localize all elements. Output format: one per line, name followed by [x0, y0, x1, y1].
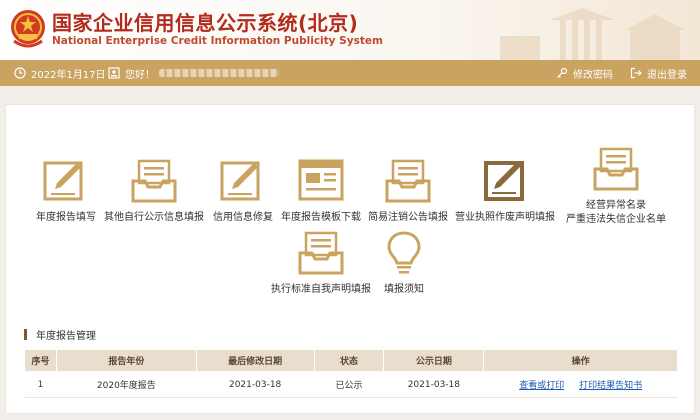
inbox-tray-icon [131, 159, 177, 203]
print-notice-link[interactable]: 打印结果告知书 [579, 381, 642, 391]
cell-year: 2020年度报告 [56, 371, 197, 398]
tile-label: 简易注销公告填报 [368, 212, 448, 223]
view-print-link[interactable]: 查看或打印 [519, 381, 564, 391]
id-card-icon [108, 67, 120, 79]
greeting-text: 您好！ [125, 69, 155, 81]
redacted-username [159, 69, 279, 77]
cell-modified: 2021-03-18 [196, 371, 315, 398]
site-title: 国家企业信用信息公示系统(北京) [52, 11, 359, 35]
main-panel: 年度报告填写 其他自行公示信息填报 信用信息修复 年度报告模板下载 简易注销公告… [5, 104, 695, 414]
table-row: 1 2020年度报告 2021-03-18 已公示 2021-03-18 查看或… [24, 371, 678, 398]
cell-no: 1 [24, 371, 57, 398]
pencil-document-icon [220, 161, 260, 201]
logout-label: 退出登录 [647, 69, 687, 81]
section-title-text: 年度报告管理 [36, 331, 96, 342]
tile-label: 填报须知 [384, 284, 424, 295]
section-marker [24, 329, 27, 340]
user-greeting: 您好！ [108, 60, 279, 86]
top-toolbar: 2022年1月17日 您好！ 修改密码 退出登录 [0, 60, 700, 86]
logout-link[interactable]: 退出登录 [630, 60, 687, 86]
table-header-row: 序号 报告年份 最后修改日期 状态 公示日期 操作 [24, 349, 678, 372]
column-header: 报告年份 [55, 349, 197, 372]
pencil-document-icon [43, 161, 83, 201]
column-header: 公示日期 [383, 349, 485, 372]
date-display: 2022年1月17日 [14, 60, 106, 86]
inbox-tray-icon [298, 231, 344, 275]
clock-icon [14, 67, 26, 79]
change-password-label: 修改密码 [573, 69, 613, 81]
date-text: 2022年1月17日 [31, 69, 106, 81]
lightbulb-icon [387, 231, 421, 274]
key-icon [557, 67, 568, 78]
template-window-icon [298, 159, 344, 201]
tile-simple-deregistration[interactable]: 简易注销公告填报 [353, 157, 463, 224]
tile-abnormal-list[interactable]: 经营异常名录 严重违法失信企业名单 [561, 145, 671, 226]
cell-actions: 查看或打印 打印结果告知书 [483, 371, 678, 398]
tile-label: 营业执照作废声明填报 [455, 212, 555, 223]
logout-icon [630, 67, 642, 79]
tile-license-void[interactable]: 营业执照作废声明填报 [450, 157, 560, 224]
tile-label-line2: 严重违法失信企业名单 [566, 214, 666, 225]
national-emblem-icon [11, 10, 45, 48]
column-header: 最后修改日期 [195, 349, 315, 372]
site-header: 国家企业信用信息公示系统(北京) National Enterprise Cre… [0, 0, 700, 60]
site-title-english: National Enterprise Credit Information P… [52, 35, 383, 47]
column-header: 状态 [313, 349, 385, 372]
change-password-link[interactable]: 修改密码 [556, 60, 613, 86]
section-title-annual-report: 年度报告管理 [24, 327, 96, 342]
cell-status: 已公示 [314, 371, 384, 398]
edit-box-icon [484, 161, 524, 201]
annual-report-table: 序号 报告年份 最后修改日期 状态 公示日期 操作 1 2020年度报告 202… [24, 349, 678, 398]
tile-filing-notes[interactable]: 填报须知 [349, 229, 459, 296]
column-header: 序号 [24, 349, 57, 372]
inbox-tray-icon [385, 159, 431, 203]
inbox-tray-icon [593, 147, 639, 191]
cell-published: 2021-03-18 [383, 371, 484, 398]
column-header: 操作 [483, 349, 678, 372]
building-decoration-icon [500, 8, 685, 60]
tile-label-line1: 经营异常名录 [586, 200, 646, 211]
